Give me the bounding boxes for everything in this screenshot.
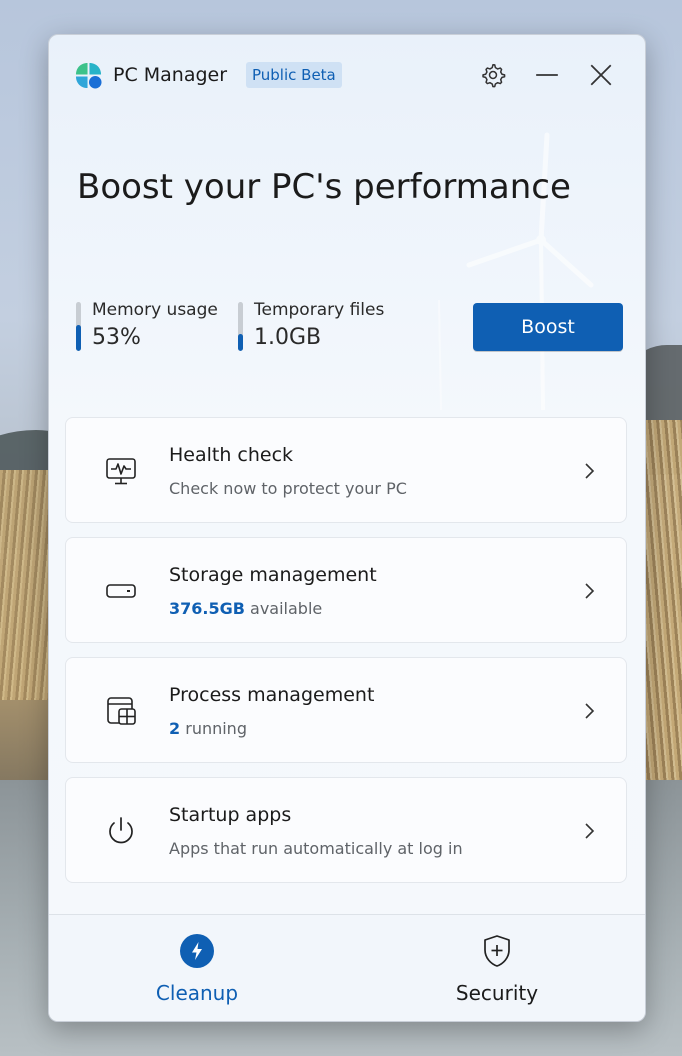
startup-apps-subtitle-text: Apps that run automatically at log in [169, 839, 463, 858]
pc-manager-window: PC Manager Public Beta Boost your PC's p… [48, 34, 646, 1022]
memory-usage-stat: Memory usage 53% [76, 300, 226, 352]
nav-security-label: Security [455, 981, 539, 1005]
close-icon [590, 64, 612, 86]
process-management-subtitle: 2 running [169, 719, 247, 738]
desktop-background: PC Manager Public Beta Boost your PC's p… [0, 0, 682, 1056]
temporary-files-stat: Temporary files 1.0GB [238, 300, 398, 352]
temporary-files-bar [238, 302, 243, 351]
memory-usage-bar [76, 302, 81, 351]
gear-icon [482, 63, 506, 88]
storage-management-title: Storage management [169, 564, 377, 586]
storage-available-value: 376.5GB [169, 599, 245, 618]
lightning-icon [180, 934, 214, 968]
health-check-subtitle-text: Check now to protect your PC [169, 479, 407, 498]
health-check-title: Health check [169, 444, 294, 466]
minimize-button[interactable] [531, 59, 563, 91]
nav-cleanup-tab[interactable]: Cleanup [97, 915, 297, 1021]
temporary-files-fill [238, 333, 243, 351]
monitor-pulse-icon [106, 458, 136, 485]
health-check-subtitle: Check now to protect your PC [169, 479, 407, 498]
minimize-icon [536, 74, 558, 76]
memory-usage-fill [76, 325, 81, 351]
process-running-text: running [185, 719, 247, 738]
shield-plus-icon [484, 935, 510, 967]
process-windows-icon [107, 697, 136, 725]
memory-usage-value: 53% [92, 325, 141, 350]
nav-cleanup-label: Cleanup [155, 981, 239, 1005]
storage-management-subtitle: 376.5GB available [169, 599, 322, 618]
health-check-card[interactable]: Health check Check now to protect your P… [65, 417, 627, 523]
pc-manager-logo-icon [75, 62, 102, 89]
temporary-files-label: Temporary files [254, 300, 385, 320]
startup-apps-card[interactable]: Startup apps Apps that run automatically… [65, 777, 627, 883]
close-button[interactable] [585, 59, 617, 91]
boost-button[interactable]: Boost [473, 303, 623, 351]
bottom-navigation: Cleanup Security [49, 914, 645, 1021]
temporary-files-value: 1.0GB [254, 325, 322, 350]
nav-security-tab[interactable]: Security [397, 915, 597, 1021]
app-title: PC Manager [113, 64, 228, 86]
chevron-right-icon [585, 703, 595, 719]
chevron-right-icon [585, 583, 595, 599]
page-title: Boost your PC's performance [77, 167, 571, 207]
process-running-count: 2 [169, 719, 181, 738]
startup-apps-title: Startup apps [169, 804, 292, 826]
chevron-right-icon [585, 823, 595, 839]
title-bar: PC Manager Public Beta [49, 35, 645, 115]
storage-available-text: available [250, 599, 323, 618]
process-management-title: Process management [169, 684, 375, 706]
storage-management-card[interactable]: Storage management 376.5GB available [65, 537, 627, 643]
memory-usage-label: Memory usage [92, 300, 218, 320]
chevron-right-icon [585, 463, 595, 479]
settings-button[interactable] [477, 59, 509, 91]
hard-drive-icon [106, 584, 136, 598]
process-management-card[interactable]: Process management 2 running [65, 657, 627, 763]
public-beta-badge: Public Beta [246, 62, 342, 88]
power-icon [109, 817, 133, 844]
startup-apps-subtitle: Apps that run automatically at log in [169, 839, 463, 858]
